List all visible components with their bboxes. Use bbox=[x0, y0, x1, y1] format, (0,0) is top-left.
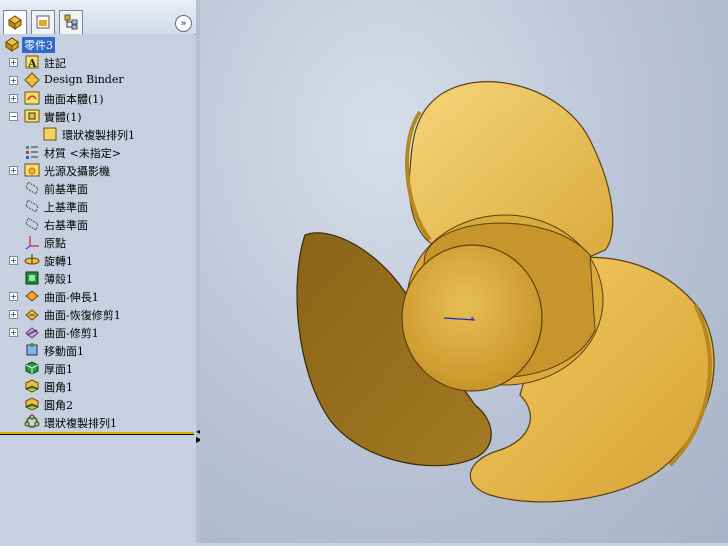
tree-item[interactable]: 環狀複製排列1 bbox=[0, 125, 194, 143]
circular-pattern-body-icon bbox=[42, 126, 58, 142]
configurationmanager-icon bbox=[64, 14, 78, 30]
tree-item-label: 原點 bbox=[44, 237, 66, 250]
tree-item-label: 曲面本體(1) bbox=[44, 93, 104, 106]
tree-item[interactable]: 圓角1 bbox=[0, 377, 194, 395]
tree-item-label: 註記 bbox=[44, 57, 66, 70]
tree-item[interactable]: 前基準面 bbox=[0, 179, 194, 197]
featuremanager-tab[interactable] bbox=[3, 10, 27, 34]
tree-item[interactable]: + 曲面-伸長1 bbox=[0, 287, 194, 305]
expand-icon[interactable]: + bbox=[9, 94, 18, 103]
tree-item-label: 圓角1 bbox=[44, 381, 73, 394]
fillet-icon bbox=[24, 378, 40, 394]
fillet-icon bbox=[24, 396, 40, 412]
svg-text:*: * bbox=[470, 316, 475, 326]
svg-text:A: A bbox=[27, 57, 37, 70]
tree-item-label: 光源及攝影機 bbox=[44, 165, 110, 178]
circular-pattern-icon bbox=[24, 414, 40, 430]
expand-icon[interactable]: + bbox=[9, 76, 18, 85]
surface-trim-icon bbox=[24, 324, 40, 340]
solid-bodies-icon bbox=[24, 108, 40, 124]
tree-item[interactable]: − 實體(1) bbox=[0, 107, 194, 125]
tree-item[interactable]: + 曲面-恢復修剪1 bbox=[0, 305, 194, 323]
origin-icon bbox=[24, 234, 40, 250]
expand-icon[interactable]: + bbox=[9, 166, 18, 175]
tree-root-label: 零件3 bbox=[22, 37, 55, 53]
tree-item-label: 曲面-伸長1 bbox=[44, 291, 99, 304]
lights-cameras-icon bbox=[24, 162, 40, 178]
expand-icon[interactable]: + bbox=[9, 328, 18, 337]
panel-tab-bar: » bbox=[0, 0, 196, 35]
tree-item-label: 前基準面 bbox=[44, 183, 88, 196]
move-face-icon bbox=[24, 342, 40, 358]
configurationmanager-tab[interactable] bbox=[59, 10, 83, 34]
shell-icon bbox=[24, 270, 40, 286]
tree-item[interactable]: + 曲面-修剪1 bbox=[0, 323, 194, 341]
tree-item[interactable]: + A 註記 bbox=[0, 53, 194, 71]
tree-item[interactable]: 原點 bbox=[0, 233, 194, 251]
expand-icon[interactable]: + bbox=[9, 292, 18, 301]
collapse-icon[interactable]: − bbox=[9, 112, 18, 121]
tree-item[interactable]: 厚面1 bbox=[0, 359, 194, 377]
part-root-icon bbox=[4, 36, 20, 52]
plane-icon bbox=[24, 180, 40, 196]
tree-item-label: 材質 <未指定> bbox=[44, 147, 121, 160]
tree-item[interactable]: + 曲面本體(1) bbox=[0, 89, 194, 107]
tree-item-label: 薄殼1 bbox=[44, 273, 73, 286]
propeller-model[interactable]: * bbox=[200, 0, 728, 543]
tree-root-part[interactable]: 零件3 bbox=[0, 35, 194, 53]
surface-extrude-icon bbox=[24, 288, 40, 304]
propertymanager-icon bbox=[36, 15, 50, 29]
tree-item-label: 右基準面 bbox=[44, 219, 88, 232]
rollback-bar[interactable] bbox=[0, 432, 194, 435]
tree-item-label: 旋轉1 bbox=[44, 255, 73, 268]
feature-tree: 零件3 + A 註記 + Design Binder + 曲面本體(1) − 實體(1) 環狀複製排… bbox=[0, 34, 194, 432]
surface-untrim-icon bbox=[24, 306, 40, 322]
annotations-icon: A bbox=[24, 54, 40, 70]
feature-manager-panel: » 零件3 + A 註記 + Design Binder + 曲面本體(1) − 實體(1) 環狀複… bbox=[0, 0, 197, 543]
thicken-icon bbox=[24, 360, 40, 376]
surface-bodies-icon bbox=[24, 90, 40, 106]
design-binder-icon bbox=[24, 72, 40, 88]
expand-icon[interactable]: + bbox=[9, 58, 18, 67]
tree-item[interactable]: 薄殼1 bbox=[0, 269, 194, 287]
revolve-icon bbox=[24, 252, 40, 268]
tree-item[interactable]: 材質 <未指定> bbox=[0, 143, 194, 161]
tree-item[interactable]: 上基準面 bbox=[0, 197, 194, 215]
tree-item-label: 上基準面 bbox=[44, 201, 88, 214]
tree-item-label: Design Binder bbox=[44, 73, 124, 86]
tree-item[interactable]: 環狀複製排列1 bbox=[0, 413, 194, 431]
tree-item[interactable]: + Design Binder bbox=[0, 71, 194, 89]
material-icon bbox=[24, 144, 40, 160]
tree-item-label: 移動面1 bbox=[44, 345, 84, 358]
tree-item[interactable]: 右基準面 bbox=[0, 215, 194, 233]
graphics-area[interactable]: * bbox=[200, 0, 728, 543]
tree-item[interactable]: + 光源及攝影機 bbox=[0, 161, 194, 179]
propertymanager-tab[interactable] bbox=[31, 10, 55, 34]
tree-item-label: 環狀複製排列1 bbox=[44, 417, 117, 430]
tree-item-label: 圓角2 bbox=[44, 399, 73, 412]
featuremanager-icon bbox=[8, 15, 22, 30]
expand-icon[interactable]: + bbox=[9, 310, 18, 319]
plane-icon bbox=[24, 198, 40, 214]
tree-item-label: 曲面-修剪1 bbox=[44, 327, 99, 340]
tree-item[interactable]: + 旋轉1 bbox=[0, 251, 194, 269]
tree-item[interactable]: 圓角2 bbox=[0, 395, 194, 413]
expand-panel-button[interactable]: » bbox=[175, 15, 192, 32]
tree-item-label: 環狀複製排列1 bbox=[62, 129, 135, 142]
expand-icon[interactable]: + bbox=[9, 256, 18, 265]
tree-item-label: 曲面-恢復修剪1 bbox=[44, 309, 121, 322]
tree-item-label: 實體(1) bbox=[44, 111, 82, 124]
tree-item-label: 厚面1 bbox=[44, 363, 73, 376]
plane-icon bbox=[24, 216, 40, 232]
tree-item[interactable]: 移動面1 bbox=[0, 341, 194, 359]
